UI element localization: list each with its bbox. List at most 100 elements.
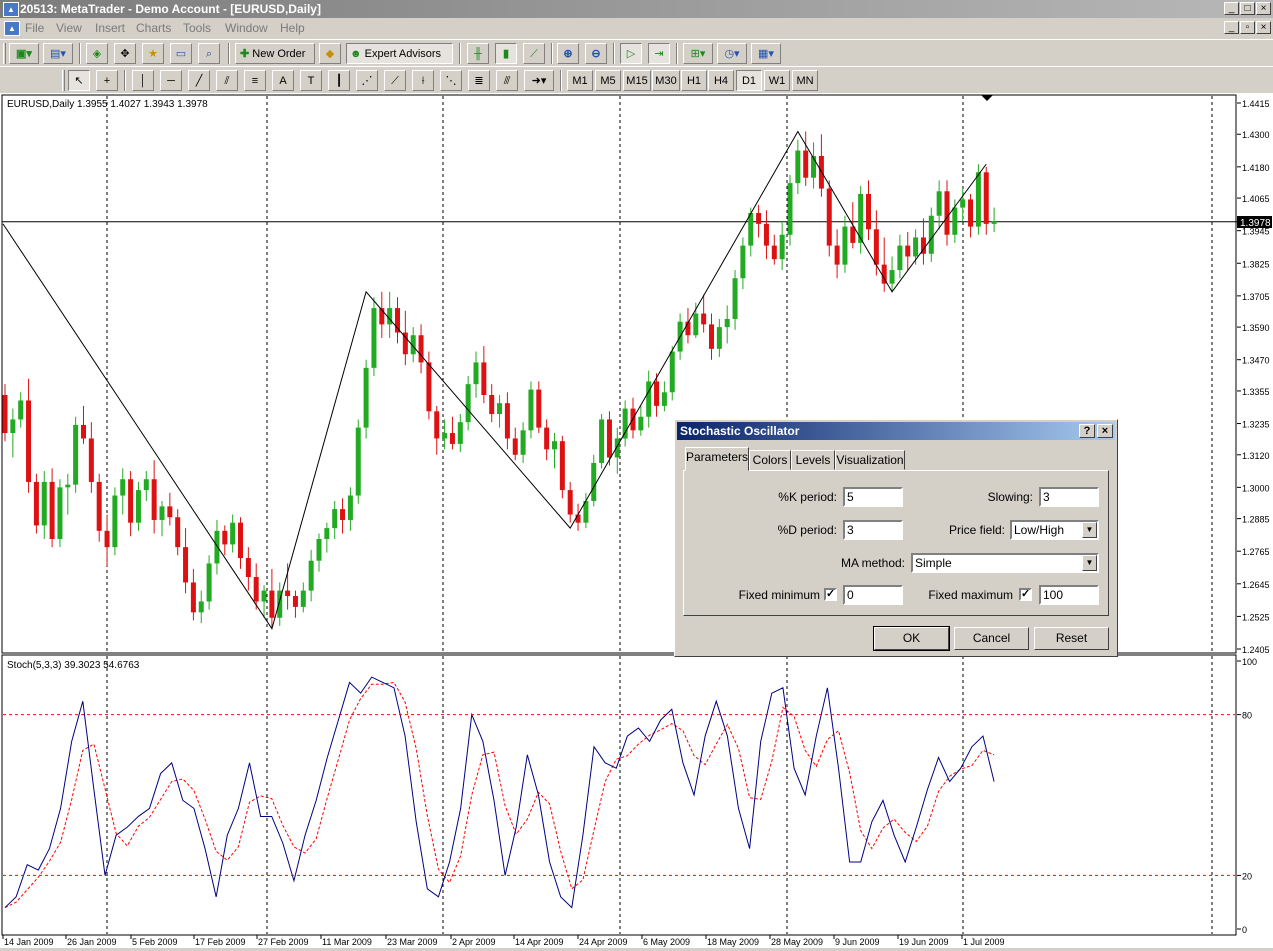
- date-tick-label: 1 Jul 2009: [963, 937, 1005, 947]
- toolbar-grip[interactable]: [3, 43, 6, 64]
- close-icon[interactable]: ×: [1256, 2, 1271, 15]
- candle: [559, 435, 565, 499]
- tf-m15[interactable]: M15: [623, 70, 651, 91]
- fixed-max-label: Fixed maximum: [928, 588, 1013, 602]
- date-tick-label: 14 Jan 2009: [4, 937, 54, 947]
- horizontal-line-icon[interactable]: ─: [160, 70, 182, 91]
- tab-visualization[interactable]: Visualization: [835, 450, 905, 470]
- dialog-close-icon[interactable]: ×: [1097, 424, 1113, 438]
- menu-charts[interactable]: Charts: [136, 21, 171, 35]
- indicators-icon[interactable]: ⊞▾: [683, 43, 713, 64]
- auto-scroll-icon[interactable]: ▷: [620, 43, 642, 64]
- cursor-icon[interactable]: ↖: [68, 70, 90, 91]
- mdi-restore-icon[interactable]: ▫: [1240, 21, 1255, 34]
- tab-levels[interactable]: Levels: [791, 450, 835, 470]
- trendline-icon[interactable]: ╱: [188, 70, 210, 91]
- tf-h4[interactable]: H4: [708, 70, 734, 91]
- candle: [371, 297, 377, 376]
- market-watch-icon[interactable]: ◈: [86, 43, 108, 64]
- price-field-select[interactable]: Low/High ▼: [1010, 520, 1099, 540]
- expert-advisors-icon: ☻: [350, 48, 362, 60]
- date-tick-label: 23 Mar 2009: [387, 937, 438, 947]
- candle: [528, 381, 534, 439]
- k-period-input[interactable]: 5: [843, 487, 903, 507]
- ok-button[interactable]: OK: [873, 626, 950, 651]
- fibonacci-timezones-icon[interactable]: ┃: [328, 70, 350, 91]
- mdi-minimize-icon[interactable]: _: [1224, 21, 1239, 34]
- d-period-input[interactable]: 3: [843, 520, 903, 540]
- new-order-button[interactable]: ✚ New Order: [235, 43, 315, 64]
- slowing-input[interactable]: 3: [1039, 487, 1099, 507]
- tab-colors[interactable]: Colors: [749, 450, 791, 470]
- indicator-tick-label: 0: [1242, 925, 1247, 935]
- menu-window[interactable]: Window: [225, 21, 268, 35]
- maximize-icon[interactable]: □: [1240, 2, 1255, 15]
- minimize-icon[interactable]: _: [1224, 2, 1239, 15]
- ma-method-select[interactable]: Simple ▼: [911, 553, 1099, 573]
- tf-m1[interactable]: M1: [567, 70, 593, 91]
- chevron-down-icon[interactable]: ▼: [1082, 555, 1097, 571]
- line-chart-icon[interactable]: ⟋: [523, 43, 545, 64]
- text-label-icon[interactable]: T: [300, 70, 322, 91]
- tf-h1[interactable]: H1: [681, 70, 707, 91]
- gann-fan-icon[interactable]: ⋱: [440, 70, 462, 91]
- bar-chart-icon[interactable]: ╫: [467, 43, 489, 64]
- profiles-icon[interactable]: ▤▾: [43, 43, 73, 64]
- mdi-close-icon[interactable]: ×: [1256, 21, 1271, 34]
- toolbar-grip[interactable]: [62, 70, 65, 91]
- help-icon[interactable]: ?: [1079, 424, 1095, 438]
- data-window-icon[interactable]: ✥: [114, 43, 136, 64]
- terminal-icon[interactable]: ▭: [170, 43, 192, 64]
- tester-icon[interactable]: ⌕: [198, 43, 220, 64]
- chart-shift-icon[interactable]: ⇥: [648, 43, 670, 64]
- tf-w1[interactable]: W1: [764, 70, 790, 91]
- price-tick-label: 1.3235: [1242, 420, 1270, 430]
- gann-line-icon[interactable]: ⟊: [412, 70, 434, 91]
- fibonacci-fan-icon[interactable]: ⋰: [356, 70, 378, 91]
- templates-icon[interactable]: ▦▾: [751, 43, 781, 64]
- date-tick-label: 17 Feb 2009: [195, 937, 246, 947]
- vertical-line-icon[interactable]: │: [132, 70, 154, 91]
- menu-file[interactable]: File: [25, 21, 44, 35]
- menu-tools[interactable]: Tools: [183, 21, 211, 35]
- equidistant-channel-icon[interactable]: ⫽: [216, 70, 238, 91]
- arrows-icon[interactable]: ➜▾: [524, 70, 554, 91]
- zoom-out-icon[interactable]: ⊖: [585, 43, 607, 64]
- tf-m30[interactable]: M30: [652, 70, 680, 91]
- text-icon[interactable]: A: [272, 70, 294, 91]
- fibonacci-arcs-icon[interactable]: ⟋: [384, 70, 406, 91]
- date-tick-label: 11 Mar 2009: [322, 937, 372, 947]
- fixed-max-input[interactable]: 100: [1039, 585, 1099, 605]
- andrews-pitchfork-icon[interactable]: ⫻: [496, 70, 518, 91]
- new-order-label: New Order: [252, 48, 306, 60]
- new-chart-icon[interactable]: ▣▾: [9, 43, 39, 64]
- price-field-value: Low/High: [1014, 523, 1065, 537]
- fibonacci-retracement-icon[interactable]: ≡: [244, 70, 266, 91]
- window-titlebar: ▲ 20513: MetaTrader - Demo Account - [EU…: [0, 0, 1273, 18]
- metaeditor-icon[interactable]: ◆: [319, 43, 341, 64]
- zoom-in-icon[interactable]: ⊕: [557, 43, 579, 64]
- gann-grid-icon[interactable]: ≣: [468, 70, 490, 91]
- crosshair-icon[interactable]: +: [96, 70, 118, 91]
- menu-insert[interactable]: Insert: [95, 21, 125, 35]
- tf-d1[interactable]: D1: [736, 70, 762, 91]
- standard-toolbar: ▣▾ ▤▾ ◈ ✥ ★ ▭ ⌕ ✚ New Order ◆ ☻ Expert A…: [0, 39, 1273, 67]
- tf-m5[interactable]: M5: [595, 70, 621, 91]
- price-tick-label: 1.4300: [1242, 130, 1270, 140]
- fixed-min-checkbox[interactable]: ✓: [824, 588, 837, 601]
- periods-icon[interactable]: ◷▾: [717, 43, 747, 64]
- document-icon[interactable]: ▲: [4, 21, 20, 36]
- tab-parameters[interactable]: Parameters: [685, 447, 749, 471]
- reset-button[interactable]: Reset: [1034, 627, 1109, 650]
- cancel-button[interactable]: Cancel: [954, 627, 1029, 650]
- candlestick-icon[interactable]: ▮: [495, 43, 517, 64]
- date-tick-label: 27 Feb 2009: [258, 937, 309, 947]
- menu-help[interactable]: Help: [280, 21, 305, 35]
- expert-advisors-button[interactable]: ☻ Expert Advisors: [346, 43, 453, 64]
- fixed-max-checkbox[interactable]: ✓: [1019, 588, 1032, 601]
- menu-view[interactable]: View: [56, 21, 82, 35]
- chevron-down-icon[interactable]: ▼: [1082, 522, 1097, 538]
- tf-mn[interactable]: MN: [792, 70, 818, 91]
- navigator-icon[interactable]: ★: [142, 43, 164, 64]
- fixed-min-input[interactable]: 0: [843, 585, 903, 605]
